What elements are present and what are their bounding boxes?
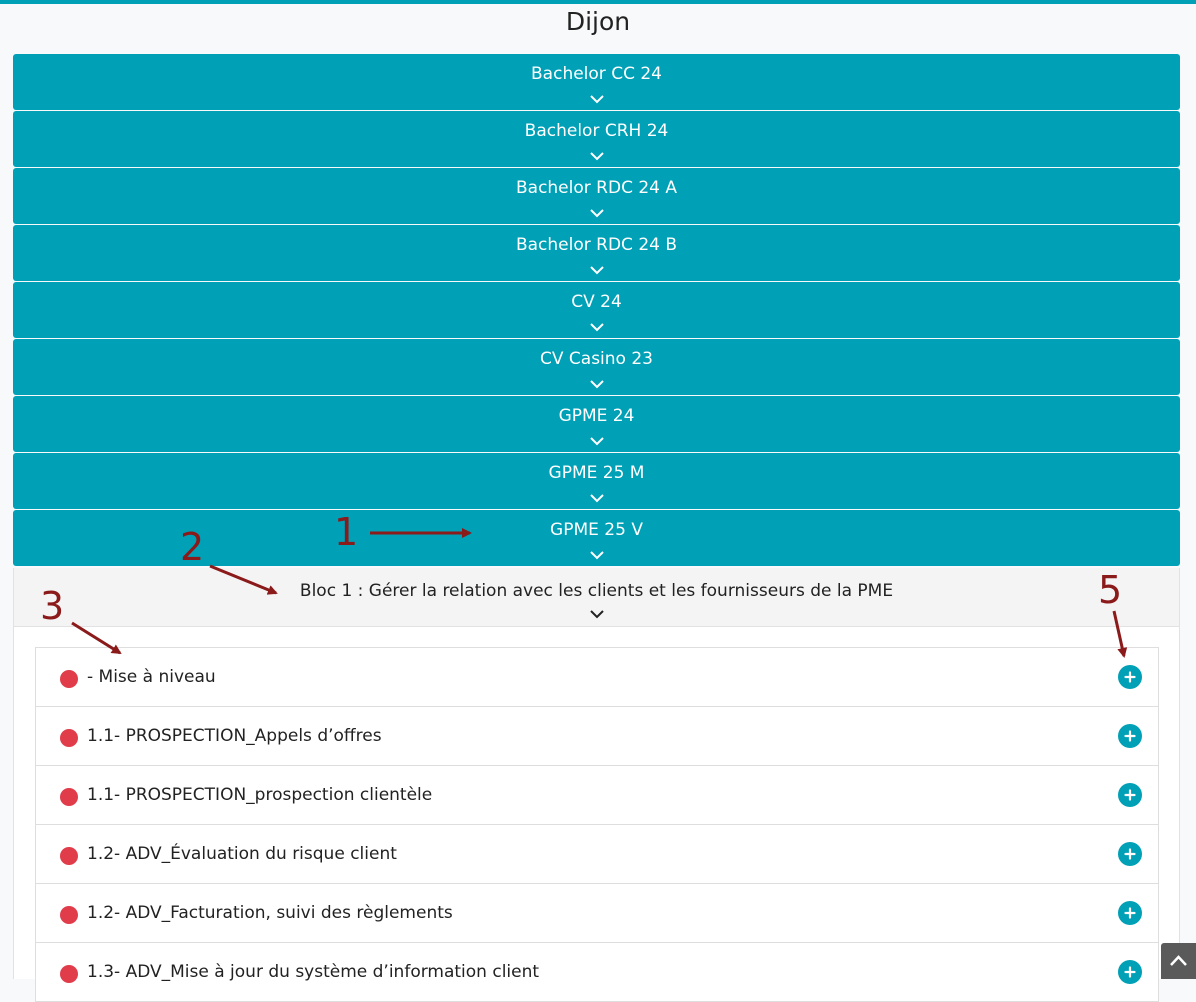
plus-circle-icon[interactable] — [1118, 842, 1142, 866]
list-item[interactable]: 1.3- ADV_Mise à jour du système d’inform… — [35, 942, 1159, 1002]
list-item[interactable]: 1.1- PROSPECTION_Appels d’offres — [35, 706, 1159, 766]
bloc-label: Bloc 1 : Gérer la relation avec les clie… — [299, 581, 894, 601]
plus-circle-icon[interactable] — [1118, 783, 1142, 807]
plus-circle-icon[interactable] — [1118, 724, 1142, 748]
list-item[interactable]: 1.2- ADV_Évaluation du risque client — [35, 824, 1159, 884]
chevron-down-icon — [589, 610, 604, 619]
chevron-down-icon — [589, 551, 604, 560]
plus-circle-icon[interactable] — [1118, 901, 1142, 925]
list-item-label: 1.3- ADV_Mise à jour du système d’inform… — [87, 962, 540, 982]
group-label: Bachelor RDC 24 A — [515, 178, 678, 198]
group-label: Bachelor CC 24 — [531, 64, 662, 84]
annotation-number-1: 1 — [334, 510, 359, 554]
group-item-gpme-24[interactable]: GPME 24 — [13, 396, 1180, 452]
list-item-label: 1.1- PROSPECTION_prospection clientèle — [87, 785, 433, 805]
status-red-dot-icon — [60, 847, 78, 865]
chevron-up-icon — [1170, 955, 1187, 966]
chevron-down-icon — [589, 266, 604, 275]
chevron-down-icon — [589, 323, 604, 332]
chevron-down-icon — [589, 437, 604, 446]
top-accent-bar — [0, 0, 1196, 4]
status-red-dot-icon — [60, 729, 78, 747]
plus-circle-icon[interactable] — [1118, 665, 1142, 689]
group-item-cv-casino-23[interactable]: CV Casino 23 — [13, 339, 1180, 395]
chevron-down-icon — [589, 494, 604, 503]
list-item-label: 1.2- ADV_Évaluation du risque client — [87, 844, 397, 864]
group-label: CV Casino 23 — [540, 349, 653, 369]
status-red-dot-icon — [60, 670, 78, 688]
group-item-bachelor-rdc-24-b[interactable]: Bachelor RDC 24 B — [13, 225, 1180, 281]
status-red-dot-icon — [60, 906, 78, 924]
list-item[interactable]: - Mise à niveau — [35, 647, 1159, 707]
list-item-label: - Mise à niveau — [87, 667, 216, 687]
status-red-dot-icon — [60, 788, 78, 806]
annotation-number-3: 3 — [40, 584, 65, 628]
annotation-number-2: 2 — [180, 525, 205, 569]
group-item-bachelor-cc-24[interactable]: Bachelor CC 24 — [13, 54, 1180, 110]
chevron-down-icon — [589, 380, 604, 389]
bloc-content-panel: - Mise à niveau 1.1- PROSPECTION_Appels … — [13, 627, 1180, 1002]
group-label: Bachelor RDC 24 B — [515, 235, 678, 255]
list-item[interactable]: 1.1- PROSPECTION_prospection clientèle — [35, 765, 1159, 825]
module-list: - Mise à niveau 1.1- PROSPECTION_Appels … — [35, 647, 1159, 1002]
group-label: GPME 25 M — [548, 463, 645, 483]
chevron-down-icon — [589, 95, 604, 104]
group-item-bachelor-crh-24[interactable]: Bachelor CRH 24 — [13, 111, 1180, 167]
group-item-bachelor-rdc-24-a[interactable]: Bachelor RDC 24 A — [13, 168, 1180, 224]
group-item-gpme-25-m[interactable]: GPME 25 M — [13, 453, 1180, 509]
group-list: Bachelor CC 24 Bachelor CRH 24 Bachelor … — [13, 54, 1180, 567]
plus-circle-icon[interactable] — [1118, 960, 1142, 984]
bloc-header[interactable]: Bloc 1 : Gérer la relation avec les clie… — [13, 568, 1180, 627]
group-label: Bachelor CRH 24 — [524, 121, 669, 141]
annotation-number-5: 5 — [1098, 568, 1123, 612]
page-title: Dijon — [565, 7, 631, 36]
chevron-down-icon — [589, 209, 604, 218]
group-label: CV 24 — [571, 292, 622, 312]
list-item-label: 1.1- PROSPECTION_Appels d’offres — [87, 726, 382, 746]
status-red-dot-icon — [60, 965, 78, 983]
group-item-cv-24[interactable]: CV 24 — [13, 282, 1180, 338]
chevron-down-icon — [589, 152, 604, 161]
group-label: GPME 24 — [558, 406, 635, 426]
list-item-label: 1.2- ADV_Facturation, suivi des règlemen… — [87, 903, 453, 923]
list-item[interactable]: 1.2- ADV_Facturation, suivi des règlemen… — [35, 883, 1159, 943]
scroll-to-top-button[interactable] — [1161, 943, 1196, 979]
